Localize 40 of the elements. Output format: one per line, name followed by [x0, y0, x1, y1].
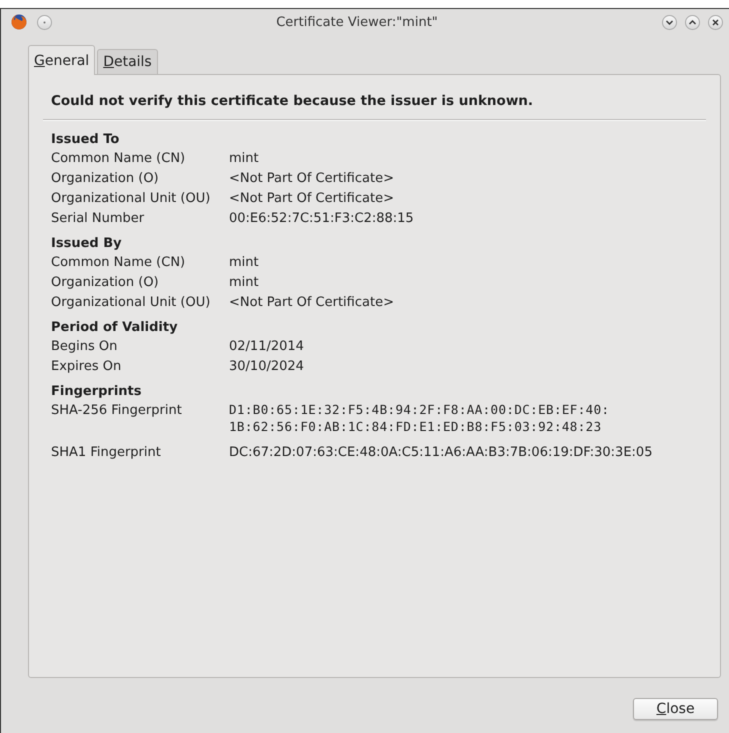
field-label: SHA1 Fingerprint [51, 444, 162, 462]
field-value: mint [229, 254, 260, 272]
field-value: D1:B0:65:1E:32:F5:4B:94:2F:F8:AA:00:DC:EB:EF:40: [229, 401, 610, 418]
field-label: Organization (O) [51, 170, 160, 188]
fox-globe-icon [11, 14, 27, 30]
field-value: 1B:62:56:F0:AB:1C:84:FD:E1:ED:B8:F5:03:92:48:23 [229, 418, 603, 435]
dot-icon [43, 20, 46, 24]
tab[interactable]: Details [97, 49, 158, 74]
field-value: <Not Part Of Certificate> [229, 294, 395, 312]
chevron-down-icon [665, 18, 674, 26]
field-value: 30/10/2024 [229, 358, 305, 376]
field-label: Common Name (CN) [51, 254, 186, 272]
field-label: Common Name (CN) [51, 150, 186, 168]
field-label: Organizational Unit (OU) [51, 294, 212, 312]
tab[interactable]: General [28, 45, 96, 75]
field-value: mint [229, 274, 260, 292]
window-title: Certificate Viewer:"mint" [275, 14, 439, 30]
field-value: mint [229, 150, 260, 168]
section-heading: Issued By [51, 235, 123, 253]
chevron-up-icon [688, 18, 697, 26]
section-heading: Issued To [51, 131, 120, 149]
warning-text: Could not verify this certificate because the issuer is unknown. [51, 93, 534, 109]
close-dialog-button[interactable]: Close [633, 698, 718, 720]
minimize-button[interactable] [662, 14, 677, 30]
field-label: Organizational Unit (OU) [51, 190, 212, 208]
section-heading: Period of Validity [51, 319, 179, 337]
section-heading: Fingerprints [51, 383, 143, 401]
field-value: <Not Part Of Certificate> [229, 170, 395, 188]
field-label: Begins On [51, 338, 118, 356]
field-label: Serial Number [51, 210, 146, 228]
field-value: <Not Part Of Certificate> [229, 190, 395, 208]
field-label: SHA-256 Fingerprint [51, 402, 183, 420]
close-icon [711, 18, 720, 26]
field-value: 00:E6:52:7C:51:F3:C2:88:15 [229, 210, 415, 228]
maximize-button[interactable] [685, 14, 700, 30]
field-value: 02/11/2014 [229, 338, 305, 356]
field-label: Organization (O) [51, 274, 160, 292]
close-button[interactable] [708, 14, 723, 30]
field-label: Expires On [51, 358, 122, 376]
field-value: DC:67:2D:07:63:CE:48:0A:C5:11:A6:AA:B3:7B:06:19:DF:30:3E:05 [229, 444, 654, 462]
